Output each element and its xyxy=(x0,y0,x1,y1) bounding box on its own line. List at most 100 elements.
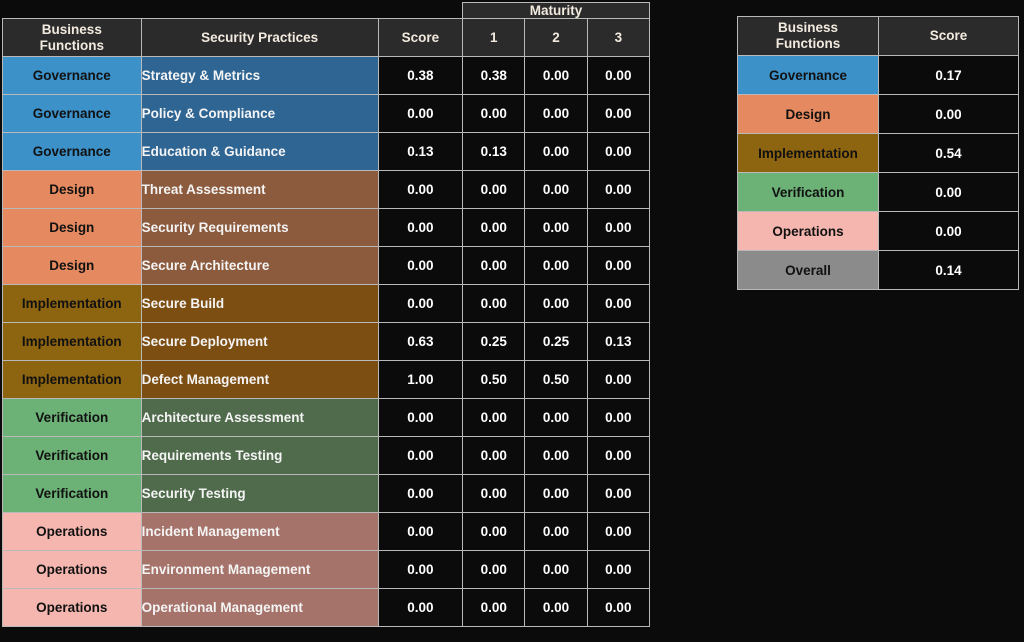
score-cell: 0.00 xyxy=(377,170,464,209)
maturity-1-cell: 0.00 xyxy=(462,398,526,437)
maturity-3-cell: 0.00 xyxy=(586,208,651,247)
maturity-1-cell: 0.00 xyxy=(462,170,526,209)
table-row: Verification Security Testing 0.00 0.00 0.00… xyxy=(2,474,651,513)
header-business-functions-line2: Functions xyxy=(39,37,105,53)
score-cell: 0.00 xyxy=(377,246,464,285)
summary-business-function-cell: Governance xyxy=(737,55,879,95)
maturity-2-cell: 0.00 xyxy=(524,246,588,285)
maturity-1-cell: 0.00 xyxy=(462,208,526,247)
maturity-2-cell: 0.00 xyxy=(524,56,588,95)
summary-row: Operations 0.00 xyxy=(737,211,1019,251)
summary-business-function-cell: Operations xyxy=(737,211,879,251)
maturity-2-cell: 0.00 xyxy=(524,398,588,437)
header-maturity-3: 3 xyxy=(586,18,651,57)
score-cell: 0.00 xyxy=(377,588,464,627)
table-row: Operations Incident Management 0.00 0.00 0.0… xyxy=(2,512,651,551)
summary-row: Verification 0.00 xyxy=(737,172,1019,212)
table-row: Implementation Defect Management 1.00 0.50 0… xyxy=(2,360,651,399)
business-function-cell: Implementation xyxy=(2,322,142,361)
header-maturity-1: 1 xyxy=(462,18,526,57)
summary-header-line2: Functions xyxy=(775,36,841,51)
summary-header-score: Score xyxy=(878,16,1019,56)
spacer-cell-functions xyxy=(2,2,142,19)
security-practice-cell: Secure Architecture xyxy=(140,246,379,285)
score-cell: 0.00 xyxy=(377,474,464,513)
business-function-cell: Design xyxy=(2,208,142,247)
spacer-cell-score xyxy=(378,2,463,19)
summary-business-function-cell: Verification xyxy=(737,172,879,212)
maturity-1-cell: 0.00 xyxy=(462,94,526,133)
business-function-cell: Operations xyxy=(2,512,142,551)
security-practice-cell: Threat Assessment xyxy=(140,170,379,209)
table-row: Verification Requirements Testing 0.00 0.00… xyxy=(2,436,651,475)
maturity-3-cell: 0.00 xyxy=(586,56,651,95)
score-cell: 0.00 xyxy=(377,398,464,437)
table-row: Design Threat Assessment 0.00 0.00 0.00 0.00 xyxy=(2,170,651,209)
maturity-2-cell: 0.00 xyxy=(524,550,588,589)
summary-row: Design 0.00 xyxy=(737,94,1019,134)
business-function-cell: Governance xyxy=(2,94,142,133)
summary-table-body: Governance 0.17 Design 0.00 Implementation 0.… xyxy=(737,55,1019,290)
summary-business-function-cell: Implementation xyxy=(737,133,879,173)
security-practice-cell: Defect Management xyxy=(140,360,379,399)
table-row: Governance Strategy & Metrics 0.38 0.38 0.00… xyxy=(2,56,651,95)
business-function-cell: Design xyxy=(2,246,142,285)
summary-header-row: Business Functions Score xyxy=(737,16,1019,56)
score-cell: 0.38 xyxy=(377,56,464,95)
header-security-practices: Security Practices xyxy=(140,18,379,57)
score-cell: 1.00 xyxy=(377,360,464,399)
column-header-row: Business Functions Security Practices Sc… xyxy=(2,18,651,57)
maturity-2-cell: 0.00 xyxy=(524,588,588,627)
summary-score-cell: 0.54 xyxy=(878,133,1019,173)
table-row: Operations Environment Management 0.00 0.00… xyxy=(2,550,651,589)
maturity-group-header: Maturity xyxy=(462,2,650,19)
main-table-body: Governance Strategy & Metrics 0.38 0.38 0.00… xyxy=(2,56,651,627)
samm-assessment-table: Maturity Business Functions Security Pra… xyxy=(2,2,651,627)
table-row: Governance Policy & Compliance 0.00 0.00 0.0… xyxy=(2,94,651,133)
maturity-1-cell: 0.50 xyxy=(462,360,526,399)
table-row: Governance Education & Guidance 0.13 0.13 0.… xyxy=(2,132,651,171)
table-row: Operations Operational Management 0.00 0.00… xyxy=(2,588,651,627)
business-function-cell: Verification xyxy=(2,398,142,437)
maturity-2-cell: 0.00 xyxy=(524,132,588,171)
security-practice-cell: Requirements Testing xyxy=(140,436,379,475)
maturity-2-cell: 0.00 xyxy=(524,94,588,133)
maturity-1-cell: 0.00 xyxy=(462,550,526,589)
score-cell: 0.00 xyxy=(377,512,464,551)
security-practice-cell: Incident Management xyxy=(140,512,379,551)
summary-row: Governance 0.17 xyxy=(737,55,1019,95)
score-cell: 0.00 xyxy=(377,550,464,589)
main-table-header: Maturity Business Functions Security Pra… xyxy=(2,2,651,57)
summary-business-function-cell: Overall xyxy=(737,250,879,290)
maturity-1-cell: 0.13 xyxy=(462,132,526,171)
summary-score-cell: 0.00 xyxy=(878,211,1019,251)
score-cell: 0.00 xyxy=(377,436,464,475)
header-business-functions-line1: Business xyxy=(41,21,102,37)
maturity-2-cell: 0.00 xyxy=(524,170,588,209)
maturity-2-cell: 0.25 xyxy=(524,322,588,361)
summary-header-line1: Business xyxy=(777,20,839,36)
security-practice-cell: Education & Guidance xyxy=(140,132,379,171)
business-function-summary-table: Business Functions Score Governance 0.17 D… xyxy=(737,16,1019,290)
maturity-1-cell: 0.00 xyxy=(462,588,526,627)
summary-row: Overall 0.14 xyxy=(737,250,1019,290)
summary-business-function-cell: Design xyxy=(737,94,879,134)
security-practice-cell: Operational Management xyxy=(140,588,379,627)
business-function-cell: Operations xyxy=(2,588,142,627)
maturity-2-cell: 0.00 xyxy=(524,284,588,323)
summary-score-cell: 0.00 xyxy=(878,172,1019,212)
score-cell: 0.00 xyxy=(377,94,464,133)
maturity-3-cell: 0.00 xyxy=(586,398,651,437)
table-row: Design Secure Architecture 0.00 0.00 0.00 0.0… xyxy=(2,246,651,285)
maturity-2-cell: 0.00 xyxy=(524,436,588,475)
security-practice-cell: Security Testing xyxy=(140,474,379,513)
maturity-3-cell: 0.00 xyxy=(586,588,651,627)
score-cell: 0.63 xyxy=(377,322,464,361)
maturity-3-cell: 0.00 xyxy=(586,284,651,323)
table-row: Implementation Secure Deployment 0.63 0.25 0… xyxy=(2,322,651,361)
maturity-3-cell: 0.00 xyxy=(586,550,651,589)
table-row: Implementation Secure Build 0.00 0.00 0.00 0.… xyxy=(2,284,651,323)
maturity-3-cell: 0.00 xyxy=(586,474,651,513)
maturity-2-cell: 0.00 xyxy=(524,512,588,551)
maturity-2-cell: 0.50 xyxy=(524,360,588,399)
